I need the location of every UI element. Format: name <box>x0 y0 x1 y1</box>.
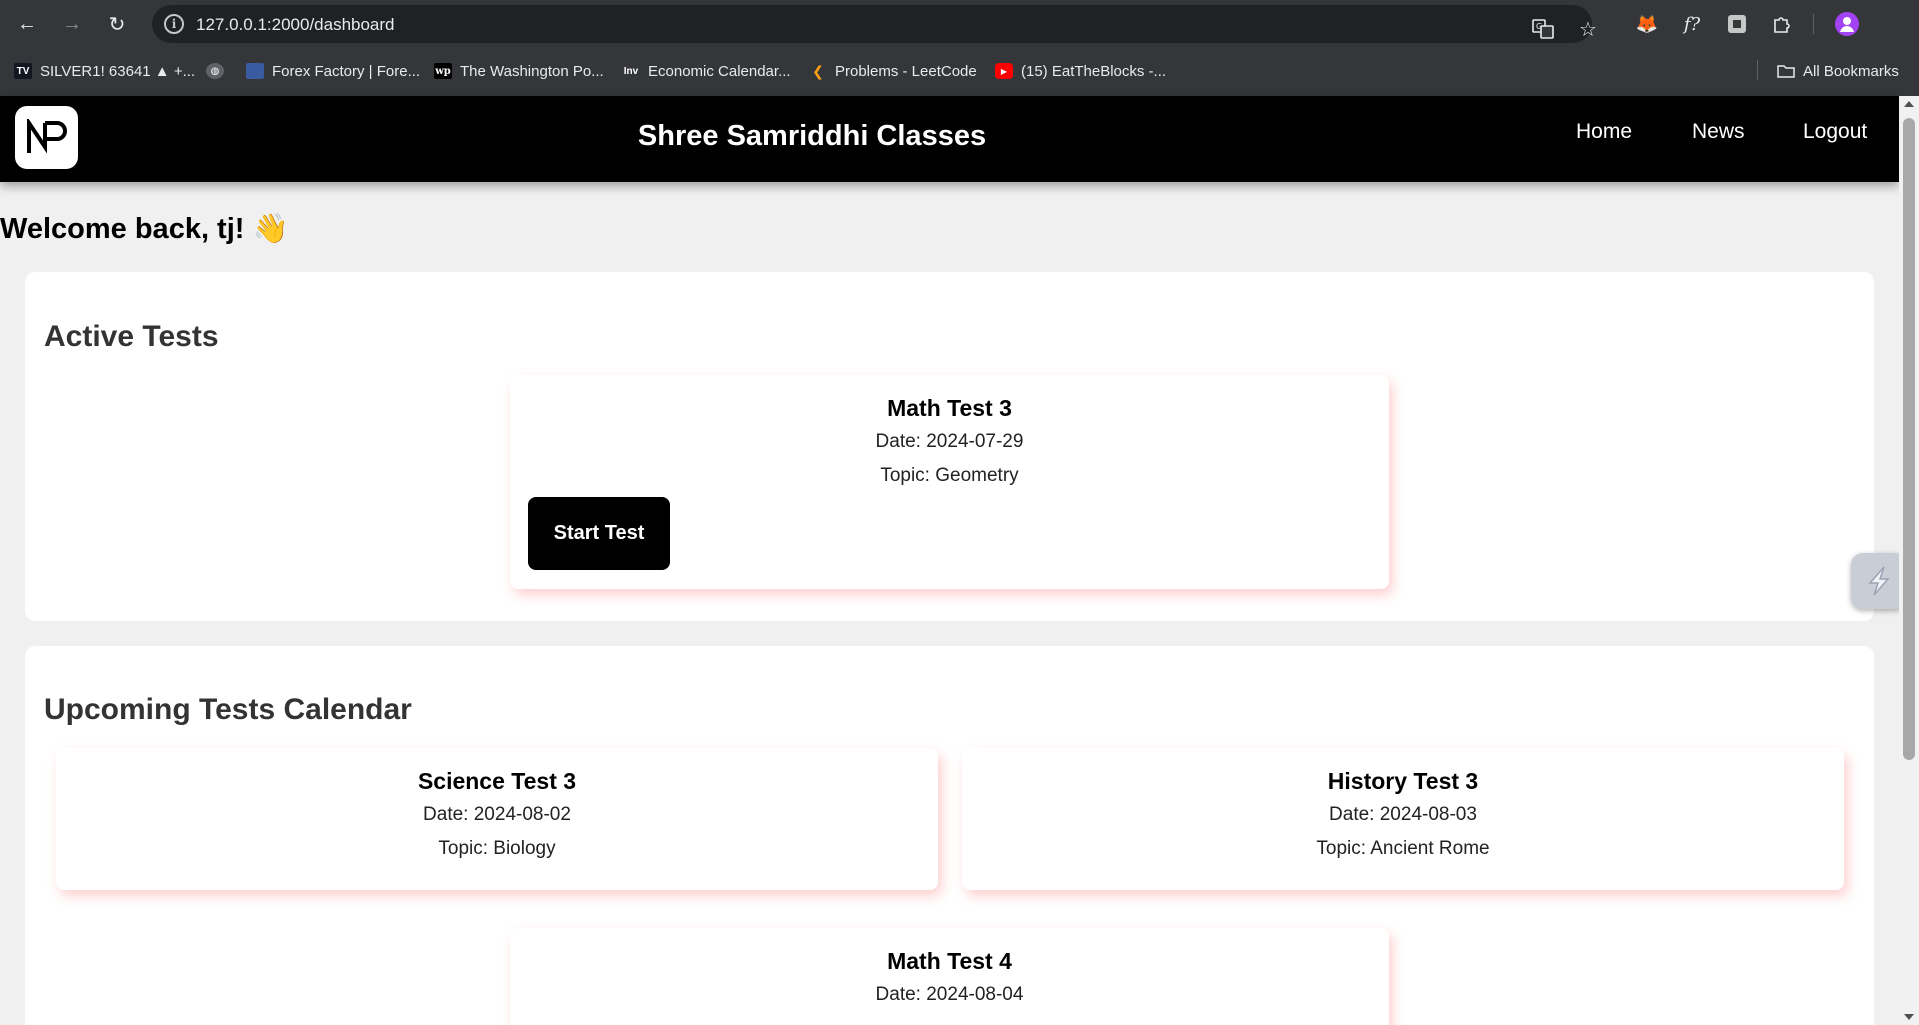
leetcode-icon: ❮ <box>812 62 824 79</box>
start-test-button[interactable]: Start Test <box>528 497 670 570</box>
bookmark-label: SILVER1! 63641 ▲ +... <box>40 62 196 80</box>
browser-chrome: ← → ↻ i 127.0.0.1:2000/dashboard G ☆ 🦊 f… <box>0 0 1919 96</box>
svg-text:G: G <box>1536 22 1542 31</box>
upcoming-test-card: Science Test 3 Date: 2024-08-02 Topic: B… <box>56 748 938 890</box>
address-bar[interactable]: i 127.0.0.1:2000/dashboard G ☆ <box>152 5 1597 43</box>
test-date: Date: 2024-08-03 <box>1329 804 1477 825</box>
toolbar-divider <box>1813 14 1814 34</box>
test-date: Date: 2024-08-02 <box>423 804 571 825</box>
scroll-down-icon[interactable] <box>1904 1014 1914 1020</box>
forex-factory-icon <box>246 63 264 79</box>
nav-logout-link[interactable]: Logout <box>1803 120 1867 144</box>
all-bookmarks-label: All Bookmarks <box>1803 62 1899 80</box>
active-test-card: Math Test 3 Date: 2024-07-29 Topic: Geom… <box>510 375 1389 589</box>
upcoming-test-card: History Test 3 Date: 2024-08-03 Topic: A… <box>962 748 1844 890</box>
translate-icon[interactable]: G <box>1531 17 1555 41</box>
nav-home-link[interactable]: Home <box>1576 120 1632 144</box>
nav-news-link[interactable]: News <box>1692 120 1745 144</box>
active-tests-panel: Active Tests Math Test 3 Date: 2024-07-2… <box>25 272 1874 621</box>
browser-toolbar: ← → ↻ i 127.0.0.1:2000/dashboard G ☆ 🦊 f… <box>0 0 1919 48</box>
bookmark-economic-calendar[interactable]: Inv Economic Calendar... <box>622 60 791 82</box>
site-header: Shree Samriddhi Classes Home News Logout <box>0 96 1899 182</box>
bookmark-label: Economic Calendar... <box>648 62 791 80</box>
washington-post-icon: wp <box>434 63 452 79</box>
test-name: Science Test 3 <box>417 768 577 794</box>
bookmark-label: (15) EatTheBlocks -... <box>1021 62 1167 80</box>
extensions-puzzle-icon[interactable] <box>1768 10 1796 38</box>
upcoming-tests-panel: Upcoming Tests Calendar Science Test 3 D… <box>25 646 1874 1025</box>
bookmark-globe[interactable]: ◍ <box>206 60 232 82</box>
reload-icon[interactable]: ↻ <box>103 10 131 38</box>
bookmarks-bar: TV SILVER1! 63641 ▲ +... ◍ Forex Factory… <box>0 56 1919 86</box>
test-topic: Topic: Geometry <box>880 465 1019 486</box>
test-name: Math Test 3 <box>887 395 1012 421</box>
url-text[interactable]: 127.0.0.1:2000/dashboard <box>196 15 395 35</box>
test-name: History Test 3 <box>1327 768 1479 794</box>
upcoming-test-card: Math Test 4 Date: 2024-08-04 <box>510 928 1389 1025</box>
bookmark-washington-post[interactable]: wp The Washington Po... <box>434 60 604 82</box>
site-info-icon[interactable]: i <box>164 14 184 34</box>
folder-icon <box>1777 63 1795 79</box>
brand-title: Shree Samriddhi Classes <box>637 120 987 152</box>
bookmark-label: Forex Factory | Fore... <box>272 62 421 80</box>
all-bookmarks[interactable]: All Bookmarks <box>1777 60 1899 82</box>
formula-extension-icon[interactable]: f? <box>1678 10 1706 38</box>
upcoming-tests-title: Upcoming Tests Calendar <box>44 693 412 726</box>
globe-icon: ◍ <box>206 63 224 79</box>
test-topic: Topic: Biology <box>438 838 556 859</box>
scrollbar-thumb[interactable] <box>1903 118 1915 760</box>
bookmark-label: Problems - LeetCode <box>835 62 977 80</box>
test-date: Date: 2024-07-29 <box>875 431 1024 452</box>
test-name: Math Test 4 <box>887 948 1012 974</box>
page-scrollbar[interactable] <box>1899 96 1919 1025</box>
investing-icon: Inv <box>622 63 640 79</box>
bookmark-tradingview[interactable]: TV SILVER1! 63641 ▲ +... <box>14 60 195 82</box>
screenshot-extension-icon[interactable] <box>1723 10 1751 38</box>
test-date: Date: 2024-08-04 <box>875 984 1024 1005</box>
lightning-icon <box>1868 566 1890 596</box>
bookmark-leetcode[interactable]: ❮ Problems - LeetCode <box>809 60 977 82</box>
forward-icon[interactable]: → <box>58 10 86 38</box>
bookmark-star-icon[interactable]: ☆ <box>1576 17 1600 41</box>
youtube-icon: ▶ <box>995 63 1013 79</box>
bookmark-label: The Washington Po... <box>460 62 604 80</box>
welcome-heading: Welcome back, tj! 👋 <box>0 213 289 245</box>
back-icon[interactable]: ← <box>13 10 41 38</box>
test-topic: Topic: Ancient Rome <box>1316 838 1490 859</box>
tradingview-icon: TV <box>14 63 32 79</box>
scroll-up-icon[interactable] <box>1904 101 1914 107</box>
profile-avatar-icon[interactable] <box>1833 10 1861 38</box>
metamask-icon[interactable]: 🦊 <box>1633 10 1661 38</box>
active-tests-title: Active Tests <box>44 320 219 353</box>
bookmarks-divider <box>1757 60 1758 80</box>
bookmark-forex-factory[interactable]: Forex Factory | Fore... <box>246 60 420 82</box>
bookmark-eattheblocks[interactable]: ▶ (15) EatTheBlocks -... <box>995 60 1166 82</box>
